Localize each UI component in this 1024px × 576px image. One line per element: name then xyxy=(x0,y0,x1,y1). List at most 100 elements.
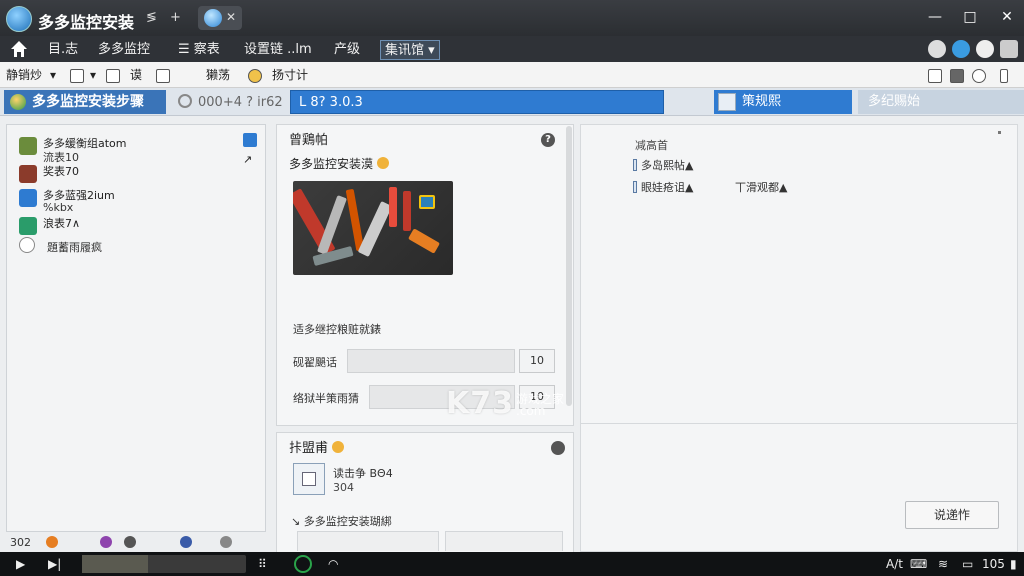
device-icon[interactable] xyxy=(293,463,325,495)
toolbar-item-4[interactable]: 扬寸计 xyxy=(272,66,308,84)
item-icon xyxy=(19,217,37,235)
right-row-1[interactable]: 多岛熙帖▲ xyxy=(633,157,693,173)
help-icon[interactable]: ? xyxy=(541,133,555,147)
clock-icon xyxy=(178,94,192,108)
title-bar: 多多监控安装 ≶ + ✕ — □ ✕ xyxy=(0,0,1024,36)
menu-item-monitor[interactable]: 多多监控 xyxy=(94,40,154,60)
menu-item-product[interactable]: 产级 xyxy=(330,40,364,60)
menu-item-table[interactable]: ☰ 察表 xyxy=(174,40,224,60)
toolbar-dropdown-2[interactable]: ▾ xyxy=(90,66,96,84)
folder-icon[interactable] xyxy=(243,133,257,147)
menu-item-settings[interactable]: 设置链 ..lm xyxy=(240,40,316,60)
browser-tab-close-icon[interactable]: ✕ xyxy=(226,10,236,24)
status-icon-4[interactable] xyxy=(180,536,192,548)
detail-line-1: 读击争 ΒΘ4 xyxy=(333,467,393,480)
emoji-icon xyxy=(332,441,345,453)
toolbar: 静销炒 ▾ ▾ 谟 獭荡 扬寸计 xyxy=(0,62,1024,88)
home-icon[interactable] xyxy=(10,40,28,58)
user-icon[interactable] xyxy=(976,40,994,58)
address-row: 多多监控安装步骤 000+4 ? ir62 L 8? 3.0.3 策规熙 多纪赐… xyxy=(0,88,1024,116)
radio-button[interactable] xyxy=(19,237,35,253)
menu-item-log[interactable]: 目.志 xyxy=(44,40,82,60)
minimize-button[interactable]: — xyxy=(920,4,950,30)
gear-icon[interactable] xyxy=(551,441,565,455)
divider xyxy=(581,423,1017,424)
panel-subtitle: 多多监控安装漠 xyxy=(289,155,389,172)
breadcrumb-label: 多多监控安装步骤 xyxy=(32,94,144,110)
address-counter: 000+4 ? ir62 xyxy=(178,94,283,110)
play-icon[interactable]: ▶ xyxy=(16,555,25,573)
gauge-icon[interactable]: ◠ xyxy=(328,555,338,573)
detail-tab-1[interactable] xyxy=(297,531,439,551)
toolbar-search-icon[interactable] xyxy=(972,66,986,84)
taskbar-time: 105 xyxy=(982,557,1005,571)
monitor-icon[interactable]: ▭ xyxy=(962,555,973,573)
toolbar-item-1[interactable]: 静销炒 xyxy=(6,66,42,84)
action-button[interactable]: 说递怍 xyxy=(905,501,999,529)
toolbar-item-2[interactable]: 谟 xyxy=(130,66,142,84)
toolbar-dropdown-1[interactable]: ▾ xyxy=(50,66,56,84)
scroll-indicator xyxy=(998,131,1001,134)
toolbar-print-icon[interactable] xyxy=(928,66,942,84)
circle-icon[interactable] xyxy=(294,555,312,573)
panel-title: 曾鶏帕 xyxy=(289,133,329,148)
toolbar-doc-icon[interactable] xyxy=(156,66,170,84)
menu-item-dropdown[interactable]: 集讯馆 ▾ xyxy=(380,40,440,60)
next-icon[interactable]: ▶| xyxy=(48,555,61,573)
maximize-button[interactable]: □ xyxy=(955,4,985,30)
scrollbar[interactable] xyxy=(566,126,572,406)
detail-panel: 拤盟甫 读击争 ΒΘ4 304 ↘ 多多监控安装瑚綁 xyxy=(276,432,574,552)
network-icon[interactable]: ≋ xyxy=(938,555,948,573)
taskbar: ▶ ▶| ⠿ ◠ A/t ⌨ ≋ ▭ 105 ▮ xyxy=(0,552,1024,576)
extensions-icon[interactable] xyxy=(1000,40,1018,58)
toolbar-square-icon[interactable] xyxy=(70,66,84,84)
status-icon-1[interactable] xyxy=(46,536,58,548)
address-action-2[interactable]: 多纪赐始 xyxy=(858,90,1024,114)
item-icon xyxy=(19,137,37,155)
theme-icon[interactable] xyxy=(928,40,946,58)
toolbar-save-icon[interactable] xyxy=(106,66,120,84)
keyboard-icon[interactable]: ⌨ xyxy=(910,555,927,573)
browser-tab[interactable]: ✕ xyxy=(198,6,242,30)
right-row-2[interactable]: 眼娃疮诅▲ xyxy=(633,179,693,195)
field-value[interactable]: 10 xyxy=(519,349,555,373)
smile-icon xyxy=(376,157,389,169)
toolbar-view-icon[interactable] xyxy=(950,66,964,84)
browser-tab-icon xyxy=(204,9,222,27)
item-icon xyxy=(19,189,37,207)
pin-icon[interactable]: ↗ xyxy=(243,153,257,167)
status-number: 302 xyxy=(10,536,31,549)
menu-bar: 目.志 多多监控 ☰ 察表 设置链 ..lm 产级 集讯馆 ▾ xyxy=(0,36,1024,62)
title-tab-close-icon[interactable]: ≶ xyxy=(146,10,157,25)
status-icon-2[interactable] xyxy=(100,536,112,548)
info-panel: 曾鶏帕 ? 多多监控安装漠 适多继控粮赃就錶 砚翟颶话 10 络狱半策雨猜 10 xyxy=(276,124,574,426)
detail-tab-2[interactable] xyxy=(445,531,563,551)
new-tab-plus-icon[interactable]: + xyxy=(170,10,181,25)
toolbar-more-icon[interactable] xyxy=(1000,66,1008,84)
app-window: 多多监控安装 ≶ + ✕ — □ ✕ 目.志 多多监控 ☰ 察表 设置链 ..l… xyxy=(0,0,1024,576)
status-row: 302 xyxy=(0,530,276,552)
status-icon-5[interactable] xyxy=(220,536,232,548)
address-input[interactable]: L 8? 3.0.3 xyxy=(290,90,664,114)
tools-image xyxy=(293,181,453,275)
breadcrumb[interactable]: 多多监控安装步骤 xyxy=(4,90,166,114)
notification-icon[interactable]: ▮ xyxy=(1010,555,1017,573)
address-action-1[interactable]: 策规熙 xyxy=(714,90,852,114)
toolbar-item-3[interactable]: 獭荡 xyxy=(206,66,230,84)
watermark-logo: K73 xyxy=(446,386,514,421)
detail-line-2: 304 xyxy=(333,481,354,494)
field-input[interactable] xyxy=(347,349,515,373)
settings-caption: 适多继控粮赃就錶 xyxy=(293,323,381,336)
close-button[interactable]: ✕ xyxy=(992,4,1022,30)
grid-icon[interactable]: ⠿ xyxy=(258,555,267,573)
seek-bar[interactable] xyxy=(82,555,246,573)
browser-icon[interactable] xyxy=(952,40,970,58)
toolbar-palette-icon[interactable] xyxy=(248,66,262,84)
field-label: 络狱半策雨猜 xyxy=(293,392,359,405)
ime-indicator[interactable]: A/t xyxy=(886,555,903,573)
field-label: 砚翟颶话 xyxy=(293,356,337,369)
item-icon xyxy=(19,165,37,183)
right-row-3[interactable]: 丅滑观都▲ xyxy=(735,179,787,195)
status-icon-3[interactable] xyxy=(124,536,136,548)
list-item-title: 浪表7∧ xyxy=(43,217,81,230)
